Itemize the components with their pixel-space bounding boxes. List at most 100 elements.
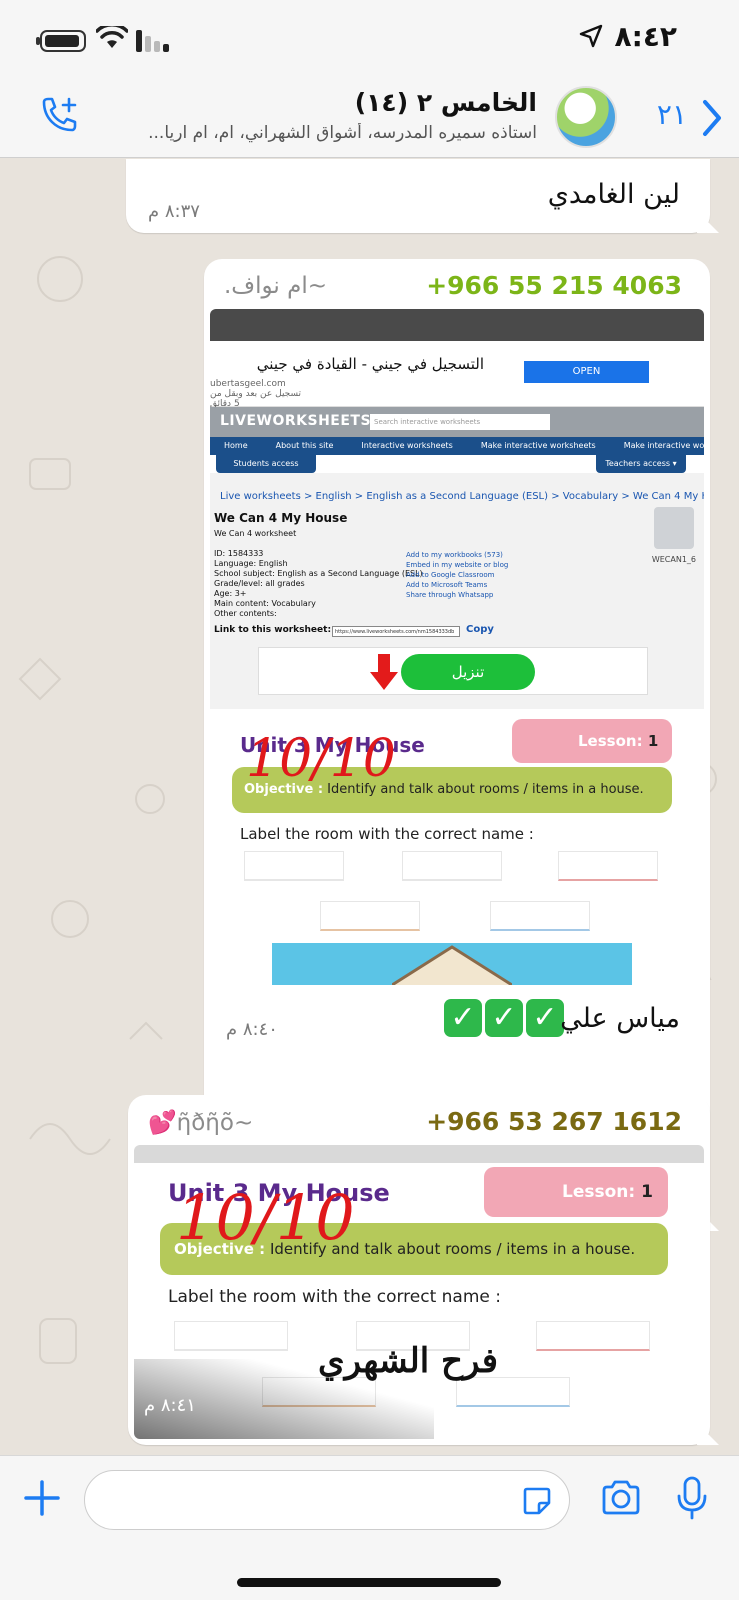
worksheet-link: Embed in my website or blog bbox=[406, 561, 509, 569]
unread-count[interactable]: ٢١ bbox=[657, 98, 687, 131]
students-access: Students access bbox=[216, 455, 316, 473]
answer-box bbox=[244, 851, 344, 881]
status-time: ٨:٤٢ bbox=[614, 20, 677, 53]
grade-mark: 10/10 bbox=[176, 1181, 355, 1254]
answer-box bbox=[320, 901, 420, 931]
message-text: مياس علي bbox=[560, 1003, 680, 1034]
back-chevron-icon[interactable] bbox=[699, 98, 725, 138]
worksheet-link: Add to my workbooks (573) bbox=[406, 551, 503, 559]
meta-age: Age: 3+ bbox=[214, 589, 247, 598]
answer-box bbox=[536, 1321, 650, 1351]
worksheet-link: Add to Microsoft Teams bbox=[406, 581, 488, 589]
worksheet-subtitle: We Can 4 worksheet bbox=[214, 529, 297, 538]
location-arrow-icon bbox=[579, 24, 603, 48]
camera-icon[interactable] bbox=[600, 1480, 642, 1516]
house-illustration bbox=[272, 943, 632, 985]
message-bubble[interactable]: ~ῆðῆõ💕 +966 53 267 1612 Unit 3 My House … bbox=[128, 1095, 719, 1445]
check-marks: ✓ ✓ ✓ bbox=[444, 999, 564, 1037]
worksheet-image: Unit 3 My House Lesson: 1 Objective : Id… bbox=[210, 709, 704, 985]
ad-title: التسجيل في جيني - القيادة في جيني bbox=[256, 355, 484, 373]
ad-open-button: OPEN bbox=[524, 361, 649, 383]
site-logo: LIVEWORKSHEETS bbox=[220, 413, 372, 429]
down-arrow-icon bbox=[370, 654, 398, 690]
message-time: ٨:٤١ م bbox=[144, 1395, 196, 1416]
add-call-icon[interactable] bbox=[38, 96, 82, 140]
image-attachment[interactable]: التسجيل في جيني - القيادة في جيني uberta… bbox=[210, 309, 704, 985]
worksheet-links: Add to my workbooks (573) Embed in my we… bbox=[406, 550, 508, 600]
site-nav-item: About this site bbox=[275, 441, 334, 450]
site-nav-item: Make interactive workbooks bbox=[623, 441, 704, 450]
instruction-text: Label the room with the correct name : bbox=[168, 1287, 501, 1307]
answer-box bbox=[456, 1377, 570, 1407]
lesson-label: Lesson: bbox=[562, 1182, 636, 1202]
site-nav-item: Home bbox=[224, 441, 248, 450]
sender-name: ~ام نواف. bbox=[224, 273, 328, 299]
teachers-access: Teachers access ▾ bbox=[596, 455, 686, 473]
answer-box bbox=[174, 1321, 288, 1351]
battery-tip bbox=[36, 37, 40, 45]
lesson-badge: Lesson: 1 bbox=[484, 1167, 668, 1217]
meta-language: Language: English bbox=[214, 559, 288, 568]
meta-grade: Grade/level: all grades bbox=[214, 579, 305, 588]
group-title[interactable]: الخامس ٢ (١٤) bbox=[355, 88, 537, 117]
meta-subject: School subject: English as a Second Lang… bbox=[214, 569, 423, 578]
answer-box bbox=[490, 901, 590, 931]
sticker-icon[interactable] bbox=[521, 1485, 553, 1517]
check-icon: ✓ bbox=[526, 999, 564, 1037]
microphone-icon[interactable] bbox=[676, 1476, 708, 1520]
group-members[interactable]: استاذه سميره المدرسه، أشواق الشهراني، ام… bbox=[117, 123, 537, 143]
meta-main: Main content: Vocabulary bbox=[214, 599, 316, 608]
chat-header: استاذه سميره المدرسه، أشواق الشهراني، ام… bbox=[0, 80, 739, 158]
battery-icon bbox=[40, 30, 86, 52]
lesson-badge: Lesson: 1 bbox=[512, 719, 672, 763]
worksheet-link: Share through Whatsapp bbox=[406, 591, 494, 599]
meta-id: ID: 1584333 bbox=[214, 549, 264, 558]
sender-phone[interactable]: +966 55 215 4063 bbox=[426, 271, 682, 300]
worksheet-meta: ID: 1584333 Language: English School sub… bbox=[214, 549, 423, 619]
check-icon: ✓ bbox=[485, 999, 523, 1037]
link-field: https://www.liveworksheets.com/nm1584333… bbox=[332, 626, 460, 637]
attach-plus-icon[interactable] bbox=[22, 1478, 62, 1518]
sender-phone[interactable]: +966 53 267 1612 bbox=[426, 1107, 682, 1136]
answer-box bbox=[558, 851, 658, 881]
copy-link: Copy bbox=[466, 624, 494, 635]
worksheet-link: Add to Google Classroom bbox=[406, 571, 495, 579]
chat-area[interactable]: لين الغامدي ٨:٣٧ م ~ام نواف. +966 55 215… bbox=[0, 159, 739, 1455]
lesson-label: Lesson: bbox=[578, 732, 643, 750]
ad-banner: التسجيل في جيني - القيادة في جيني uberta… bbox=[210, 341, 704, 409]
site-header: LIVEWORKSHEETS Search interactive worksh… bbox=[210, 407, 704, 437]
grade-mark: 10/10 bbox=[246, 729, 396, 789]
lesson-number: 1 bbox=[641, 1182, 653, 1202]
roof-icon bbox=[392, 945, 512, 985]
site-breadcrumb: Live worksheets > English > English as a… bbox=[220, 491, 704, 502]
check-icon: ✓ bbox=[444, 999, 482, 1037]
image-attachment[interactable]: Unit 3 My House Lesson: 1 Objective : Id… bbox=[134, 1145, 704, 1439]
message-time: ٨:٤٠ م bbox=[226, 1019, 278, 1040]
author-username: WECAN1_6 bbox=[651, 555, 696, 564]
message-input[interactable] bbox=[84, 1470, 570, 1530]
message-text: لين الغامدي bbox=[547, 179, 680, 210]
worksheet-page: Live worksheets > English > English as a… bbox=[210, 473, 704, 709]
message-bubble[interactable]: ~ام نواف. +966 55 215 4063 التسجيل في جي… bbox=[204, 259, 719, 1231]
instruction-text: Label the room with the correct name : bbox=[240, 825, 534, 843]
message-bubble[interactable]: لين الغامدي ٨:٣٧ م bbox=[126, 159, 719, 233]
home-indicator bbox=[237, 1578, 501, 1587]
site-nav: Home About this site Interactive workshe… bbox=[210, 437, 704, 455]
user-avatar bbox=[654, 507, 694, 549]
sender-name: ~ῆðῆõ💕 bbox=[148, 1110, 254, 1136]
status-bar: ٨:٤٢ bbox=[0, 0, 739, 80]
meta-other: Other contents: bbox=[214, 609, 277, 618]
link-label: Link to this worksheet: bbox=[214, 625, 332, 635]
ad-subtitle: ubertasgeel.com تسجيل عن بعد وبقل من 5 د… bbox=[210, 379, 302, 409]
group-avatar[interactable] bbox=[555, 86, 617, 148]
wifi-icon bbox=[96, 26, 128, 48]
message-time: ٨:٣٧ م bbox=[148, 201, 200, 222]
cell-signal-icon bbox=[136, 28, 169, 52]
site-search: Search interactive worksheets bbox=[370, 414, 550, 430]
browser-address-bar bbox=[210, 309, 704, 341]
download-button: تنزيل bbox=[401, 654, 535, 690]
image-top-strip bbox=[134, 1145, 704, 1163]
site-nav-item: Make interactive worksheets bbox=[480, 441, 596, 450]
worksheet-title: We Can 4 My House bbox=[214, 511, 348, 525]
site-nav-item: Interactive worksheets bbox=[361, 441, 453, 450]
